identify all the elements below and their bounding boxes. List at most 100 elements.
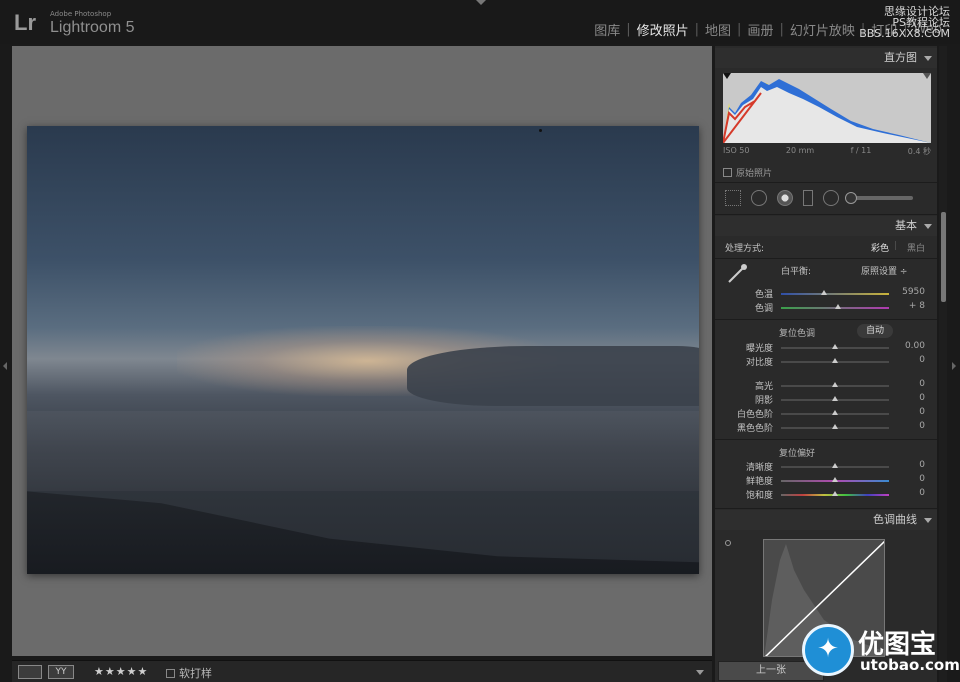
contrast-slider[interactable]: 对比度 0 xyxy=(715,355,937,369)
vibrance-value[interactable]: 0 xyxy=(919,474,925,484)
histogram-graph xyxy=(723,73,931,143)
saturation-value[interactable]: 0 xyxy=(919,488,925,498)
highlights-knob[interactable] xyxy=(832,382,838,387)
checkbox-icon[interactable] xyxy=(166,668,175,678)
left-panel-toggle-icon[interactable] xyxy=(3,362,7,370)
right-panel-toggle-icon[interactable] xyxy=(952,362,956,370)
tint-value[interactable]: + 8 xyxy=(909,301,925,311)
utobao-badge: ✦ 优图宝 utobao.com xyxy=(800,622,960,682)
presence-reset[interactable]: 复位偏好 xyxy=(715,446,937,459)
loupe-view-icon[interactable] xyxy=(18,665,42,679)
temp-value[interactable]: 5950 xyxy=(902,287,925,297)
scrollbar-thumb[interactable] xyxy=(941,212,946,302)
contrast-value[interactable]: 0 xyxy=(919,355,925,365)
panel-toggle-icon[interactable] xyxy=(476,0,486,5)
soft-proof-toggle[interactable]: 软打样 xyxy=(166,665,212,681)
highlights-value[interactable]: 0 xyxy=(919,379,925,389)
exposure-label: 曝光度 xyxy=(745,344,773,354)
temp-label: 色温 xyxy=(754,290,773,300)
radial-filter-icon[interactable] xyxy=(823,190,839,206)
vibrance-knob[interactable] xyxy=(832,477,838,482)
divider xyxy=(715,258,937,259)
wb-preset-select[interactable]: 原照设置 ÷ xyxy=(861,264,907,277)
module-library[interactable]: 图库 xyxy=(588,20,626,39)
whites-slider[interactable]: 白色色阶 0 xyxy=(715,407,937,421)
treatment-color[interactable]: 彩色 xyxy=(871,241,889,254)
blacks-slider[interactable]: 黑色色阶 0 xyxy=(715,421,937,435)
star-rating[interactable]: ★★★★★ xyxy=(94,665,148,678)
exposure-value[interactable]: 0.00 xyxy=(905,341,925,351)
treatment-bw[interactable]: 黑白 xyxy=(907,241,925,254)
cloud-bank xyxy=(407,346,699,406)
vibrance-slider[interactable]: 鲜艳度 0 xyxy=(715,474,937,488)
auto-tone-button[interactable]: 自动 xyxy=(857,324,893,338)
vibrance-label: 鲜艳度 xyxy=(745,477,773,487)
original-photo-label: 原始照片 xyxy=(736,169,773,179)
shadows-slider[interactable]: 阴影 0 xyxy=(715,393,937,407)
compare-view-button[interactable]: YY xyxy=(48,665,74,679)
bird-logo-icon: ✦ xyxy=(802,624,854,676)
tone-reset[interactable]: 复位色调 xyxy=(715,326,937,339)
treatment-separator: | xyxy=(893,241,897,251)
crop-icon[interactable] xyxy=(725,190,741,206)
tone-curve-header[interactable]: 色调曲线 xyxy=(715,510,937,530)
treatment-label: 处理方式: xyxy=(725,244,765,254)
collapse-icon[interactable] xyxy=(924,518,932,523)
focal-value: 20 mm xyxy=(785,146,815,155)
exif-info: ISO 50 20 mm f / 11 0.4 秒 xyxy=(723,146,931,157)
graduated-filter-icon[interactable] xyxy=(803,190,813,206)
toolbar-menu-icon[interactable] xyxy=(696,670,704,675)
shadows-knob[interactable] xyxy=(832,396,838,401)
histogram-header[interactable]: 直方图 xyxy=(715,48,937,68)
tool-strip xyxy=(715,186,937,210)
adjustment-brush-icon[interactable] xyxy=(845,192,913,204)
highlights-slider[interactable]: 高光 0 xyxy=(715,379,937,393)
contrast-knob[interactable] xyxy=(832,358,838,363)
divider xyxy=(715,319,937,320)
aperture-value: f / 11 xyxy=(850,146,872,155)
exposure-slider[interactable]: 曝光度 0.00 xyxy=(715,341,937,355)
panel-scrollbar[interactable] xyxy=(939,46,947,682)
spot-removal-icon[interactable] xyxy=(751,190,767,206)
whites-value[interactable]: 0 xyxy=(919,407,925,417)
temp-track[interactable] xyxy=(781,293,889,295)
checkbox-icon[interactable] xyxy=(723,168,732,177)
lightroom-logo: Lr xyxy=(14,10,36,35)
photo-preview[interactable] xyxy=(27,126,699,574)
image-stage xyxy=(12,46,712,656)
clarity-slider[interactable]: 清晰度 0 xyxy=(715,460,937,474)
red-eye-icon[interactable] xyxy=(777,190,793,206)
blacks-knob[interactable] xyxy=(832,424,838,429)
target-adjust-icon[interactable] xyxy=(725,540,731,546)
collapse-icon[interactable] xyxy=(924,56,932,61)
clarity-value[interactable]: 0 xyxy=(919,460,925,470)
tone-curve-title: 色调曲线 xyxy=(873,513,917,526)
temp-knob[interactable] xyxy=(821,290,828,295)
soft-proof-label: 软打样 xyxy=(179,667,212,680)
basic-header[interactable]: 基本 xyxy=(715,216,937,236)
tint-knob[interactable] xyxy=(835,304,842,309)
module-develop[interactable]: 修改照片 xyxy=(631,20,695,39)
shutter-value: 0.4 秒 xyxy=(907,147,931,156)
tint-slider[interactable]: 色调 + 8 xyxy=(715,301,937,315)
divider xyxy=(715,439,937,440)
wb-label: 白平衡: xyxy=(781,267,812,277)
temp-slider[interactable]: 色温 5950 xyxy=(715,287,937,301)
clarity-label: 清晰度 xyxy=(745,463,773,473)
collapse-icon[interactable] xyxy=(924,224,932,229)
app-name: Lightroom 5 xyxy=(50,19,135,36)
blacks-value[interactable]: 0 xyxy=(919,421,925,431)
clarity-knob[interactable] xyxy=(832,463,838,468)
whites-label: 白色色阶 xyxy=(736,410,773,420)
module-map[interactable]: 地图 xyxy=(699,20,737,39)
module-book[interactable]: 画册 xyxy=(741,20,779,39)
saturation-knob[interactable] xyxy=(832,491,838,496)
histogram-title: 直方图 xyxy=(884,51,917,64)
saturation-slider[interactable]: 饱和度 0 xyxy=(715,488,937,502)
basic-title: 基本 xyxy=(895,219,917,232)
exposure-knob[interactable] xyxy=(832,344,838,349)
module-slideshow[interactable]: 幻灯片放映 xyxy=(784,20,861,39)
original-photo-toggle[interactable]: 原始照片 xyxy=(723,166,772,179)
shadows-value[interactable]: 0 xyxy=(919,393,925,403)
whites-knob[interactable] xyxy=(832,410,838,415)
